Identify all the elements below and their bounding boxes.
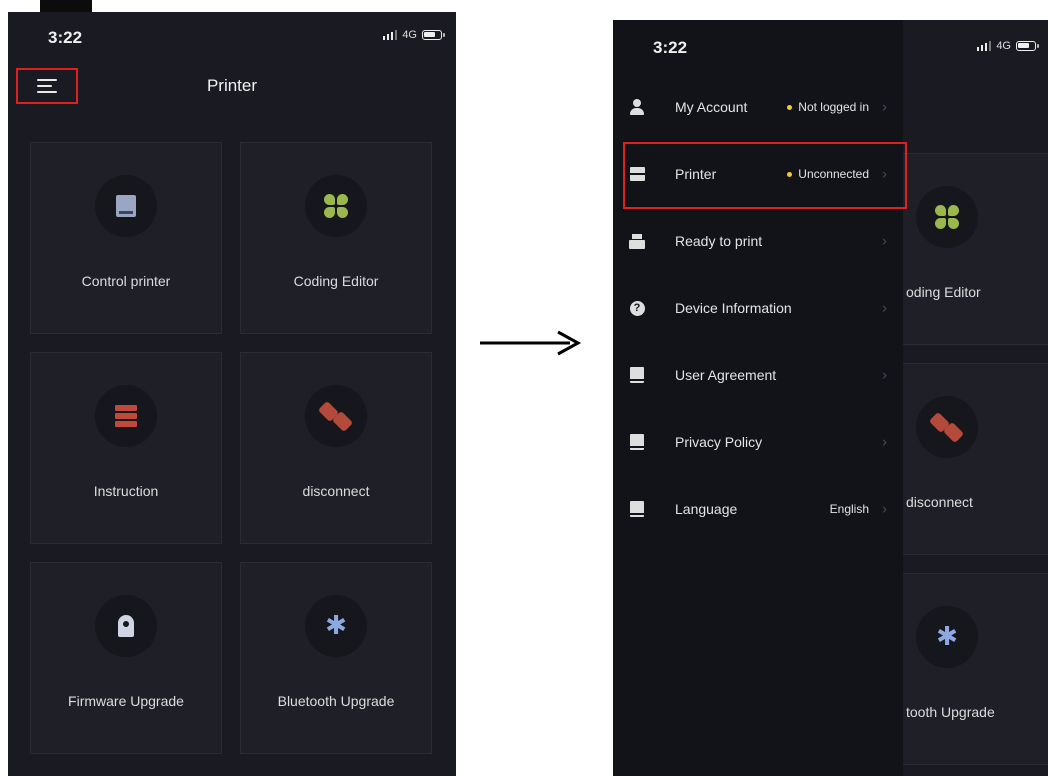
bluetooth-icon: ✱ [936,622,958,652]
card-label: Control printer [81,273,171,289]
status-indicators: 4G [976,40,1039,52]
chevron-right-icon: › [882,366,887,384]
left-phone-screen: 3:22 4G Printer Control printer Coding E… [8,12,456,776]
account-status: Not logged in [787,100,869,114]
status-dot [787,171,793,177]
drawer-item-privacy-policy[interactable]: Privacy Policy › [613,409,903,475]
status-bar: 3:22 4G [8,12,456,62]
printer-box-icon [629,165,645,183]
drawer-item-language[interactable]: Language English › [613,476,903,542]
bg-card-disconnect: disconnect [883,363,1048,555]
card-label: Instruction [93,483,159,499]
chevron-right-icon: › [882,299,887,317]
printer-status: Unconnected [787,167,869,181]
user-icon [629,98,645,116]
drawer-item-label: User Agreement [675,367,777,383]
card-coding-editor[interactable]: Coding Editor [240,142,432,334]
language-value: English [829,502,869,516]
card-control-printer[interactable]: Control printer [30,142,222,334]
drawer-item-my-account[interactable]: My Account Not logged in › [613,74,903,140]
book-icon [629,366,645,384]
clover-icon [324,194,348,218]
rocket-icon [118,615,134,637]
nav-bar: Printer [8,62,456,112]
status-time: 3:22 [48,28,83,47]
status-indicators: 4G [382,29,445,41]
icon-circle [95,385,157,447]
drawer-item-label: Printer [675,166,717,182]
corner-mark [40,0,92,12]
side-drawer: 3:22 My Account Not logged in › Printer … [613,20,903,776]
page-title: Printer [206,76,258,95]
status-time: 3:22 [653,38,688,57]
battery-icon [422,30,445,40]
icon-circle [95,175,157,237]
icon-circle [305,385,367,447]
battery-icon [1016,41,1039,51]
network-label: 4G [402,29,417,41]
right-phone-screen: oding Editor disconnect ✱ tooth Upgrade … [613,20,1048,776]
chevron-right-icon: › [882,165,887,183]
network-label: 4G [996,40,1011,52]
card-label: Coding Editor [293,273,379,289]
transition-arrow-icon [480,330,582,356]
drawer-item-label: Device Information [675,300,792,316]
drawer-item-user-agreement[interactable]: User Agreement › [613,342,903,408]
drawer-item-label: Privacy Policy [675,434,763,450]
icon-circle [95,595,157,657]
chevron-right-icon: › [882,232,887,250]
chevron-right-icon: › [882,500,887,518]
policy-book-icon [629,433,645,451]
card-bluetooth-upgrade[interactable]: ✱ Bluetooth Upgrade [240,562,432,754]
drawer-item-ready-to-print[interactable]: Ready to print › [613,208,903,274]
bg-card-bluetooth-upgrade: ✱ tooth Upgrade [883,573,1048,765]
status-dot [787,104,793,110]
chevron-right-icon: › [882,433,887,451]
printer-icon [116,195,136,217]
drawer-item-label: Language [675,501,738,517]
icon-circle [916,186,978,248]
clover-icon [935,205,959,229]
card-label: tooth Upgrade [906,704,995,720]
language-book-icon [629,500,645,518]
icon-circle: ✱ [916,606,978,668]
card-label: disconnect [302,483,370,499]
help-circle-icon: ? [629,299,645,317]
drawer-item-device-information[interactable]: ? Device Information › [613,275,903,341]
signal-icon [976,41,992,51]
icon-circle: ✱ [305,595,367,657]
server-stack-icon [115,405,137,427]
drawer-item-label: My Account [675,99,748,115]
card-label: Bluetooth Upgrade [277,693,395,709]
chevron-right-icon: › [882,98,887,116]
card-disconnect[interactable]: disconnect [240,352,432,544]
print-icon [629,232,645,250]
icon-circle [916,396,978,458]
signal-icon [382,30,398,40]
card-label: disconnect [906,494,973,510]
card-label: oding Editor [906,284,981,300]
card-label: Firmware Upgrade [68,693,184,709]
icon-circle [305,175,367,237]
unplug-icon [930,410,964,444]
card-firmware-upgrade[interactable]: Firmware Upgrade [30,562,222,754]
card-instruction[interactable]: Instruction [30,352,222,544]
bg-card-coding-editor: oding Editor [883,153,1048,345]
drawer-item-printer[interactable]: Printer Unconnected › [613,141,903,207]
drawer-item-label: Ready to print [675,233,763,249]
unplug-icon [319,399,353,433]
bluetooth-icon: ✱ [325,611,347,641]
